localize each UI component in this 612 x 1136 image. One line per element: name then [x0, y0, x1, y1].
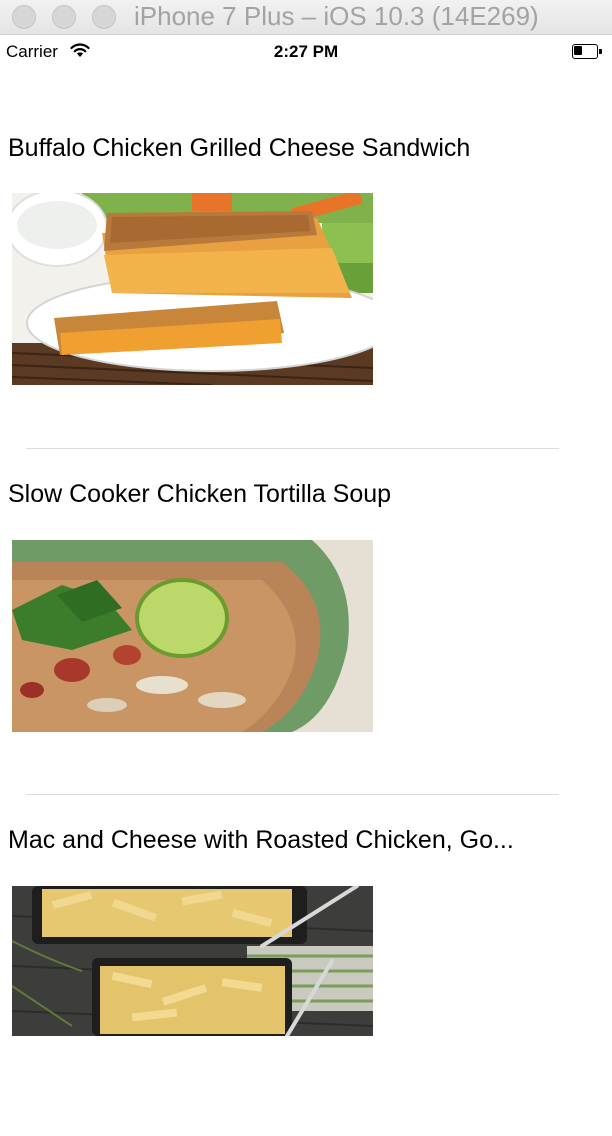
recipe-title: Mac and Cheese with Roasted Chicken, Go.…: [8, 826, 514, 854]
recipe-title: Buffalo Chicken Grilled Cheese Sandwich: [8, 134, 471, 162]
simulator-title: iPhone 7 Plus – iOS 10.3 (14E269): [134, 1, 539, 31]
grilled-cheese-sandwich-photo: [12, 193, 373, 385]
recipe-title: Slow Cooker Chicken Tortilla Soup: [8, 480, 392, 508]
close-window-button[interactable]: [12, 5, 36, 29]
status-bar: Carrier 2:27 PM: [0, 35, 612, 68]
recipe-cell[interactable]: Slow Cooker Chicken Tortilla Soup: [0, 449, 612, 794]
status-time: 2:27 PM: [273, 42, 339, 61]
tortilla-soup-photo: [12, 540, 373, 732]
recipe-cell[interactable]: Buffalo Chicken Grilled Cheese Sandwich: [0, 68, 612, 448]
simulator-title-bar: iPhone 7 Plus – iOS 10.3 (14E269): [0, 0, 612, 35]
battery-icon: [572, 44, 602, 59]
minimize-window-button[interactable]: [52, 5, 76, 29]
recipe-cell[interactable]: Mac and Cheese with Roasted Chicken, Go.…: [0, 795, 612, 1136]
mac-and-cheese-photo: [12, 886, 373, 1036]
zoom-window-button[interactable]: [92, 5, 116, 29]
